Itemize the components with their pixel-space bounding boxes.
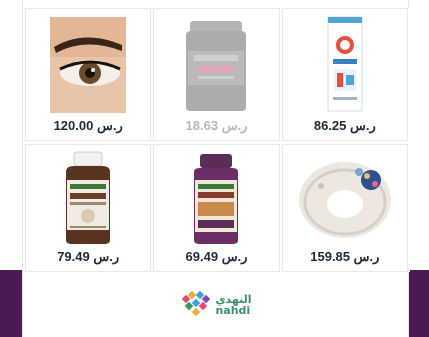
- page: 120.00 ر.س 18.63 ر.س 86.25 ر.س 79.49 ر.س…: [0, 0, 429, 337]
- product-card-eyelash[interactable]: 120.00 ر.س: [25, 8, 152, 141]
- product-panel: 120.00 ر.س 18.63 ر.س 86.25 ر.س 79.49 ر.س…: [22, 0, 410, 337]
- nahdi-logo[interactable]: النهدي nahdi: [181, 290, 252, 320]
- product-grid: 120.00 ر.س 18.63 ر.س 86.25 ر.س 79.49 ر.س…: [23, 8, 410, 272]
- product-price: 120.00 ر.س: [26, 118, 150, 134]
- product-price: 79.49 ر.س: [26, 249, 150, 265]
- heart-logo-icon: [182, 290, 211, 316]
- product-image-eyelash: [26, 13, 150, 117]
- product-card-coconut-oil[interactable]: 79.49 ر.س: [25, 144, 152, 272]
- product-image-coconut-oil: [26, 149, 150, 247]
- product-card-cinnamon[interactable]: 69.49 ر.س: [153, 144, 280, 272]
- product-price: 18.63 ر.س: [154, 118, 278, 134]
- left-side-bar: [0, 270, 22, 337]
- logo-text-english: nahdi: [215, 303, 251, 317]
- product-image-nursing-pillow: [283, 149, 407, 247]
- right-side-bar: [409, 270, 429, 337]
- product-card-apivit[interactable]: 86.25 ر.س: [281, 8, 408, 141]
- footer: النهدي nahdi: [23, 272, 410, 337]
- price-value: 18.63: [185, 118, 219, 133]
- price-value: 159.85: [310, 249, 351, 264]
- price-value: 86.25: [313, 118, 347, 133]
- product-image-maca: [154, 13, 278, 117]
- product-card-maca[interactable]: 18.63 ر.س: [153, 8, 280, 141]
- price-value: 79.49: [57, 249, 90, 264]
- price-value: 120.00: [53, 118, 94, 133]
- product-image-apivit: [283, 13, 407, 117]
- price-currency: ر.س: [93, 249, 120, 264]
- product-price: 69.49 ر.س: [154, 249, 278, 265]
- logo-text-arabic: النهدي: [215, 292, 252, 306]
- product-image-cinnamon: [154, 149, 278, 247]
- product-price: 86.25 ر.س: [283, 118, 407, 134]
- price-currency: ر.س: [221, 118, 248, 133]
- price-currency: ر.س: [353, 249, 380, 264]
- price-currency: ر.س: [350, 118, 376, 133]
- product-card-nursing-pillow[interactable]: 159.85 ر.س: [281, 144, 408, 272]
- price-currency: ر.س: [221, 249, 248, 264]
- product-price: 159.85 ر.س: [283, 249, 407, 265]
- price-value: 69.49: [185, 249, 219, 264]
- logo-text: النهدي nahdi: [215, 294, 251, 316]
- price-currency: ر.س: [96, 118, 123, 133]
